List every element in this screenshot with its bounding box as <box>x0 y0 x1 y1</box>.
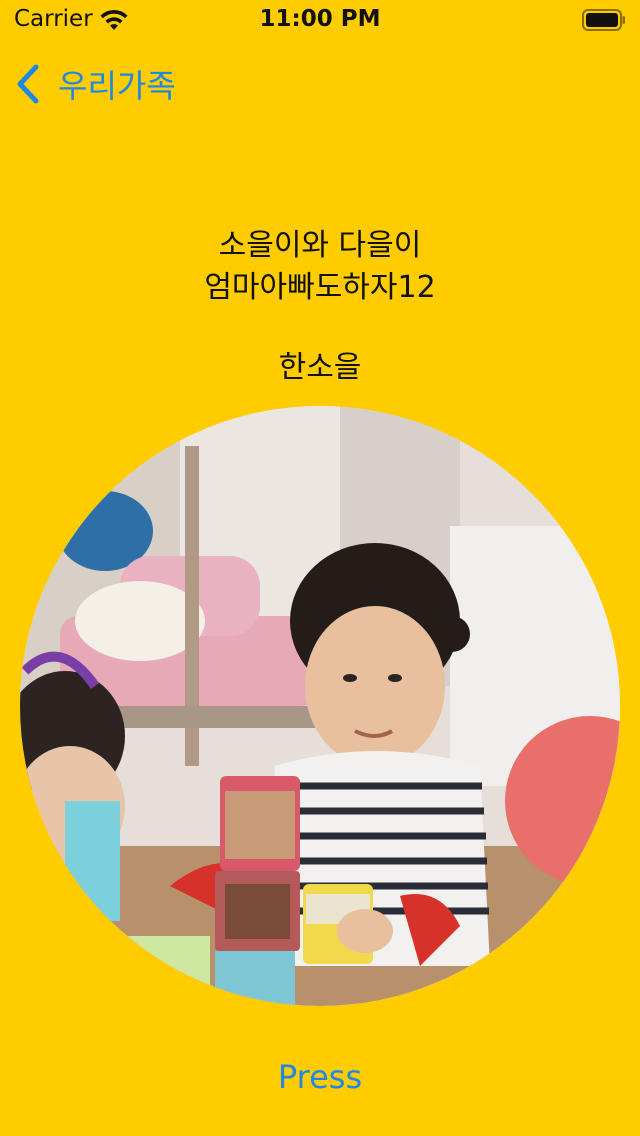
navigation-bar: 우리가족 <box>0 40 640 128</box>
back-button[interactable]: 우리가족 <box>14 60 176 108</box>
status-bar: Carrier 11:00 PM <box>0 0 640 40</box>
chevron-left-icon <box>17 64 39 104</box>
back-button-label: 우리가족 <box>58 67 176 105</box>
family-photo <box>20 406 620 1006</box>
person-name: 한소을 <box>278 350 362 385</box>
photo-illustration <box>20 406 620 1006</box>
battery-icon <box>582 9 625 31</box>
title-line-2: 엄마아빠도하자12 <box>204 270 436 305</box>
press-button[interactable]: Press <box>0 1058 640 1096</box>
title-line-1: 소을이와 다을이 <box>218 228 422 263</box>
clock: 11:00 PM <box>259 6 381 32</box>
